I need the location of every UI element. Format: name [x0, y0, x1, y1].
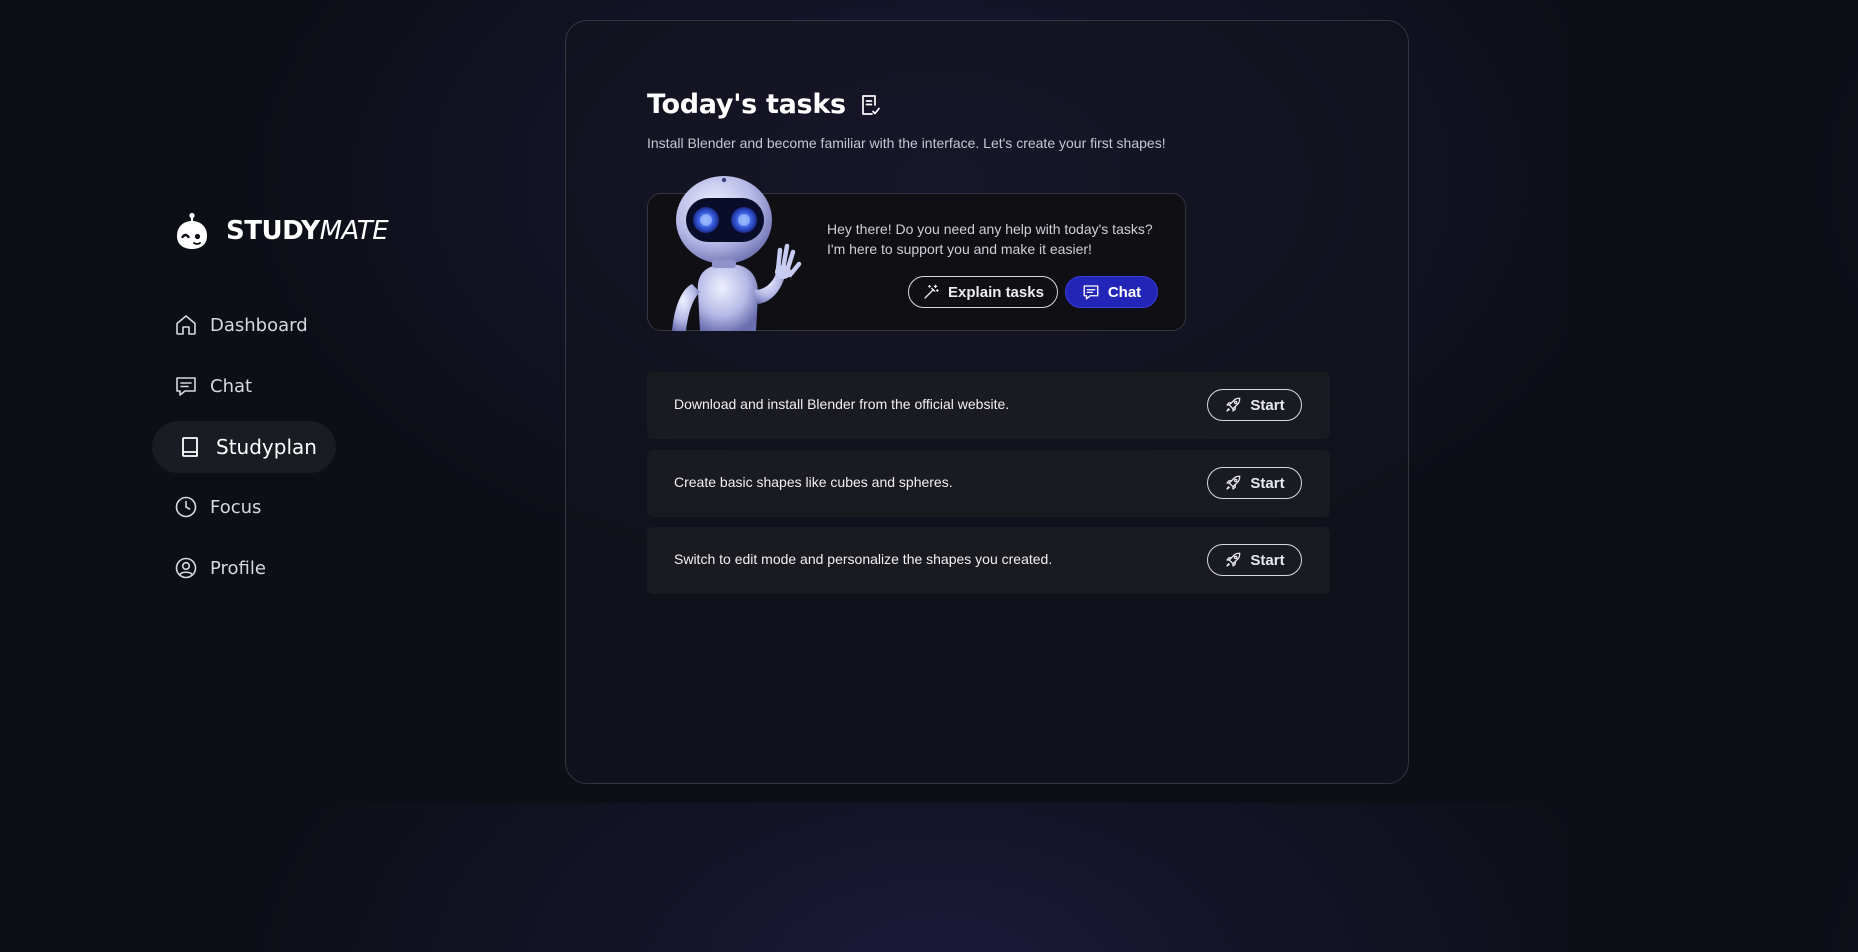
- main-panel: Today's tasks Install Blender and become…: [565, 20, 1409, 784]
- explain-tasks-label: Explain tasks: [948, 283, 1044, 301]
- page-title: Today's tasks: [647, 89, 846, 120]
- rocket-icon: [1226, 397, 1241, 412]
- chat-button-label: Chat: [1107, 283, 1142, 301]
- start-task-button[interactable]: Start: [1207, 467, 1302, 499]
- task-text: Download and install Blender from the of…: [674, 396, 1010, 412]
- user-circle-icon: [175, 557, 197, 579]
- task-row: Create basic shapes like cubes and spher…: [647, 450, 1330, 517]
- start-button-label: Start: [1250, 551, 1285, 569]
- sidebar-item-label: Profile: [210, 557, 266, 579]
- chat-icon: [1083, 285, 1099, 300]
- page-subtitle: Install Blender and become familiar with…: [647, 135, 1166, 151]
- sidebar-item-label: Dashboard: [210, 314, 308, 336]
- sidebar-item-label: Focus: [210, 496, 262, 518]
- chat-button[interactable]: Chat: [1065, 276, 1158, 308]
- task-row: Switch to edit mode and personalize the …: [647, 527, 1330, 594]
- chat-icon: [176, 377, 196, 396]
- sidebar-item-label: Chat: [210, 375, 253, 397]
- sidebar-item-dashboard[interactable]: Dashboard: [152, 299, 308, 351]
- sidebar-item-chat[interactable]: Chat: [152, 360, 252, 412]
- start-task-button[interactable]: Start: [1207, 544, 1302, 576]
- assistant-message-line: Hey there! Do you need any help with tod…: [827, 221, 1153, 237]
- sidebar-item-label: Studyplan: [216, 435, 317, 459]
- start-task-button[interactable]: Start: [1207, 389, 1302, 421]
- assistant-message: Hey there! Do you need any help with tod…: [827, 219, 1167, 259]
- home-icon: [176, 315, 196, 335]
- sidebar: STUDYMATE Dashboard Chat Studyplan Focus…: [0, 0, 540, 803]
- rocket-icon: [1226, 475, 1241, 490]
- robot-logo-icon: [177, 212, 207, 249]
- brand-name-study: STUDY: [226, 216, 320, 246]
- rocket-icon: [1226, 552, 1241, 567]
- clock-icon: [175, 496, 197, 518]
- sidebar-item-focus[interactable]: Focus: [152, 481, 261, 533]
- brand-name-mate: MATE: [319, 216, 389, 246]
- book-icon: [182, 437, 198, 457]
- start-button-label: Start: [1250, 396, 1285, 414]
- task-text: Create basic shapes like cubes and spher…: [674, 474, 953, 490]
- magic-wand-icon: [924, 284, 939, 299]
- brand-logo[interactable]: STUDYMATE: [174, 212, 389, 250]
- brand-name: STUDYMATE: [226, 216, 389, 246]
- title-row: Today's tasks: [647, 89, 882, 120]
- assistant-message-line: I'm here to support you and make it easi…: [827, 241, 1092, 257]
- robot-mascot-image: [672, 176, 802, 331]
- start-button-label: Start: [1250, 474, 1285, 492]
- explain-tasks-button[interactable]: Explain tasks: [908, 276, 1058, 308]
- sidebar-item-profile[interactable]: Profile: [152, 542, 266, 594]
- task-text: Switch to edit mode and personalize the …: [674, 551, 1053, 567]
- assistant-card: Hey there! Do you need any help with tod…: [647, 176, 1186, 331]
- task-list-check-icon: [861, 94, 880, 115]
- sidebar-item-studyplan[interactable]: Studyplan: [152, 421, 336, 473]
- task-row: Download and install Blender from the of…: [647, 372, 1330, 439]
